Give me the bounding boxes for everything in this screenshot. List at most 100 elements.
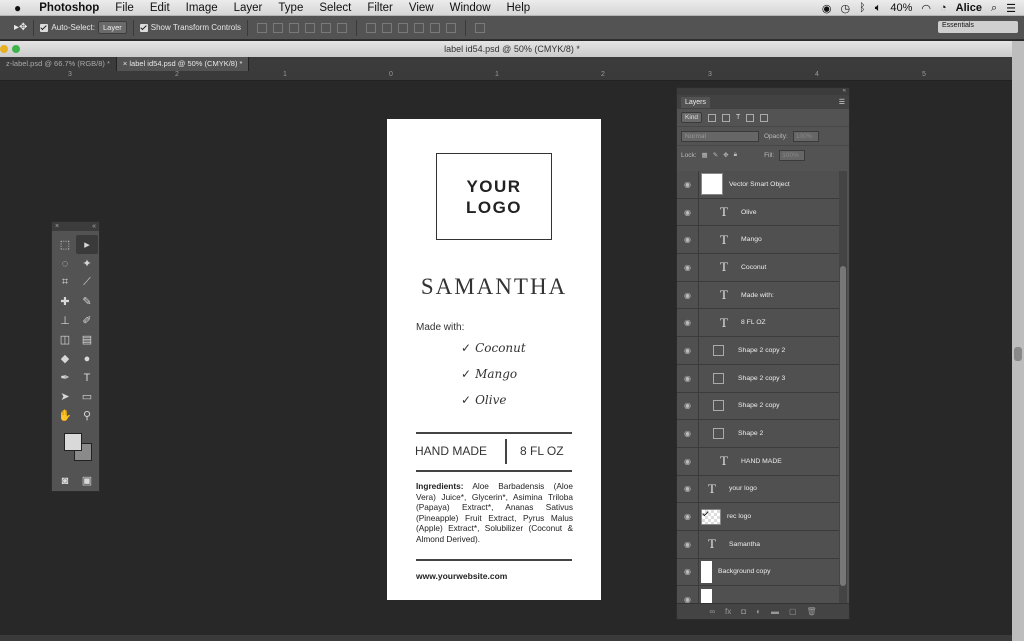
tab-label-id54[interactable]: × label id54.psd @ 50% (CMYK/8) *	[116, 57, 250, 71]
scrollbar-thumb[interactable]	[1014, 347, 1022, 361]
visibility-eye-icon[interactable]: ◉	[677, 198, 699, 226]
layer-row[interactable]: ◉ T Made with:	[677, 281, 840, 310]
visibility-eye-icon[interactable]: ◉	[677, 226, 699, 254]
hand-tool-icon[interactable]: ✋	[54, 406, 76, 425]
new-layer-icon[interactable]: ▢	[789, 607, 797, 616]
visibility-eye-icon[interactable]: ◉	[677, 586, 699, 603]
layer-name[interactable]: Olive	[741, 209, 757, 216]
document-canvas[interactable]: YOUR LOGO SAMANTHA Made with: ✓ Coconut ✓…	[387, 119, 601, 600]
filter-adjustment-icon[interactable]	[722, 113, 731, 122]
layer-row[interactable]: ◉ T Mango	[677, 226, 840, 255]
visibility-eye-icon[interactable]: ◉	[677, 254, 699, 281]
rectangle-tool-icon[interactable]: ▭	[76, 387, 98, 406]
layer-name[interactable]: Mango	[741, 236, 762, 243]
time-machine-icon[interactable]: ◷	[841, 2, 851, 15]
menu-edit[interactable]: Edit	[142, 2, 178, 14]
layer-row[interactable]: ◉ Tyour logo	[677, 475, 840, 504]
spotlight-search-icon[interactable]: ⌕	[991, 2, 997, 15]
clock-icon[interactable]: ◔	[940, 2, 947, 14]
vertical-scrollbar[interactable]	[1012, 41, 1024, 641]
visibility-eye-icon[interactable]: ◉	[677, 503, 699, 530]
visibility-eye-icon[interactable]: ◉	[677, 337, 699, 364]
bottom-scrollbar[interactable]	[0, 635, 1012, 641]
move-tool-icon[interactable]: ▸✥	[14, 22, 27, 33]
visibility-eye-icon[interactable]: ◉	[677, 171, 699, 198]
marquee-tool-icon[interactable]: ⬚	[54, 235, 76, 254]
gradient-tool-icon[interactable]: ▤	[76, 330, 98, 349]
layer-name[interactable]: Shape 2 copy 3	[738, 375, 785, 382]
type-tool-icon[interactable]: T	[76, 368, 98, 387]
menu-help[interactable]: Help	[499, 2, 539, 14]
menu-select[interactable]: Select	[311, 2, 359, 14]
zoom-button[interactable]	[12, 45, 20, 53]
layers-scrollbar-thumb[interactable]	[840, 266, 846, 586]
wifi-icon[interactable]: ◠	[921, 2, 931, 15]
distribute-top-icon[interactable]	[366, 22, 377, 33]
align-right-icon[interactable]	[337, 22, 348, 33]
align-hcenter-icon[interactable]	[321, 22, 332, 33]
distribute-vcenter-icon[interactable]	[382, 22, 393, 33]
layer-row[interactable]: ◉ Shape 2 copy	[677, 392, 840, 421]
lock-image-icon[interactable]: ✎	[713, 151, 718, 159]
opacity-input[interactable]: 100%	[792, 130, 819, 142]
filter-kind-dropdown[interactable]: Kind	[681, 112, 703, 123]
menu-window[interactable]: Window	[442, 2, 499, 14]
align-top-icon[interactable]	[257, 22, 268, 33]
brush-tool-icon[interactable]: ✎	[76, 292, 98, 311]
layer-row[interactable]: ◉ T 8 FL OZ	[677, 309, 840, 338]
layer-row[interactable]: ◉ T HAND MADE	[677, 447, 840, 476]
layer-name[interactable]: Shape 2 copy	[738, 402, 780, 409]
menu-layer[interactable]: Layer	[226, 2, 271, 14]
lock-position-icon[interactable]: ✥	[723, 151, 728, 159]
layer-name[interactable]: Made with:	[741, 292, 774, 299]
layer-name[interactable]: your logo	[729, 485, 757, 492]
zoom-tool-icon[interactable]: ⚲	[76, 406, 98, 425]
clone-stamp-icon[interactable]: ⊥	[54, 311, 76, 330]
layer-row[interactable]: ◉ Shape 2 copy 3	[677, 364, 840, 393]
link-layers-icon[interactable]: ∞	[709, 607, 715, 616]
notification-list-icon[interactable]: ☰	[1006, 2, 1016, 15]
panel-collapse-icon[interactable]: «	[677, 88, 849, 95]
lasso-tool-icon[interactable]: ◌	[54, 254, 76, 273]
distribute-right-icon[interactable]	[446, 22, 457, 33]
bluetooth-icon[interactable]: ᛒ	[859, 2, 866, 14]
quick-mask-icon[interactable]: ◙	[54, 471, 76, 490]
layer-row[interactable]: ◉	[677, 586, 840, 603]
move-tool-icon[interactable]: ▸	[76, 235, 98, 254]
layer-row[interactable]: ◉ Background copy	[677, 558, 840, 587]
panel-menu-icon[interactable]: ☰	[839, 98, 845, 106]
pen-tool-icon[interactable]: ✒	[54, 368, 76, 387]
layer-row[interactable]: ◉ T Olive	[677, 198, 840, 227]
layer-name[interactable]: Shape 2 copy 2	[738, 347, 785, 354]
foreground-color-swatch[interactable]	[64, 433, 82, 451]
close-icon[interactable]: ×	[55, 222, 59, 231]
minimize-button[interactable]	[0, 45, 8, 53]
fill-input[interactable]: 100%	[779, 149, 806, 161]
add-mask-icon[interactable]: ◘	[741, 607, 746, 616]
auto-select-checkbox[interactable]	[40, 23, 49, 32]
adjustment-layer-icon[interactable]: ◐	[756, 607, 761, 616]
layer-row[interactable]: ◉ rec logo	[677, 503, 840, 531]
layer-row[interactable]: ◉ Shape 2 copy 2	[677, 337, 840, 365]
delete-layer-icon[interactable]: 🗑︎	[807, 607, 817, 616]
filter-pixel-icon[interactable]	[708, 113, 717, 122]
screen-mode-icon[interactable]: ▣	[76, 471, 98, 490]
lock-transparent-icon[interactable]: ▦	[702, 151, 708, 159]
collapse-icon[interactable]: «	[92, 222, 96, 231]
tools-panel-header[interactable]: × «	[52, 222, 99, 231]
history-brush-icon[interactable]: ✐	[76, 311, 98, 330]
align-bottom-icon[interactable]	[289, 22, 300, 33]
layer-name[interactable]: Vector Smart Object	[729, 181, 790, 188]
layer-name[interactable]: Coconut	[741, 264, 766, 271]
visibility-eye-icon[interactable]: ◉	[677, 447, 699, 475]
menu-type[interactable]: Type	[270, 2, 311, 14]
healing-brush-icon[interactable]: ✚	[54, 292, 76, 311]
filter-shape-icon[interactable]	[746, 113, 755, 122]
apple-menu-icon[interactable]: ●	[0, 1, 31, 15]
filter-smart-object-icon[interactable]	[760, 113, 769, 122]
layer-row[interactable]: ◉ Vector Smart Object	[677, 171, 840, 199]
visibility-eye-icon[interactable]: ◉	[677, 558, 699, 586]
auto-align-icon[interactable]	[475, 22, 486, 33]
align-left-icon[interactable]	[305, 22, 316, 33]
layer-name[interactable]: Samantha	[729, 541, 760, 548]
